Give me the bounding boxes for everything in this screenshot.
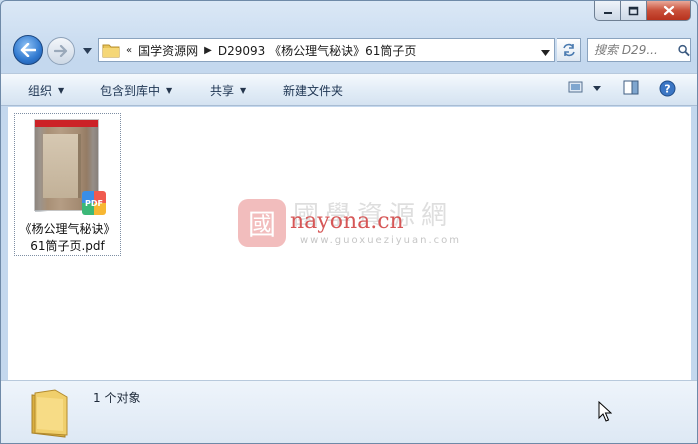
minimize-button[interactable] <box>594 1 621 21</box>
organize-button[interactable]: 组织 ▼ <box>28 82 64 99</box>
preview-pane-button[interactable] <box>623 80 639 95</box>
arrow-right-icon <box>54 45 68 57</box>
minimize-icon <box>603 11 612 14</box>
view-icon <box>568 81 583 93</box>
help-icon: ? <box>659 80 676 97</box>
new-folder-label: 新建文件夹 <box>283 84 344 98</box>
file-item[interactable]: PDF 《杨公理气秘诀》 61筒子页.pdf <box>14 113 121 256</box>
search-box[interactable] <box>587 38 691 62</box>
pdf-badge-label: PDF <box>85 198 103 208</box>
chevron-down-icon: ▼ <box>166 86 173 95</box>
book-page-image <box>43 134 81 198</box>
share-button[interactable]: 共享 ▼ <box>210 82 246 99</box>
navigation-bar: « 国学资源网 ▶ D29093 《杨公理气秘诀》61筒子页 <box>1 29 697 67</box>
organize-label: 组织 <box>28 84 53 98</box>
forward-button[interactable] <box>47 37 75 65</box>
breadcrumb-item-current[interactable]: D29093 《杨公理气秘诀》61筒子页 <box>218 42 417 59</box>
svg-text:?: ? <box>664 83 670 96</box>
maximize-icon <box>628 6 639 15</box>
include-in-library-label: 包含到库中 <box>100 84 161 98</box>
command-bar: 组织 ▼ 包含到库中 ▼ 共享 ▼ 新建文件夹 ? <box>1 73 697 106</box>
close-icon <box>663 5 674 16</box>
explorer-window: « 国学资源网 ▶ D29093 《杨公理气秘诀》61筒子页 组织 ▼ <box>0 0 698 444</box>
back-button[interactable] <box>13 35 43 65</box>
refresh-icon <box>562 43 575 57</box>
watermark-seal: 國 <box>238 199 286 247</box>
new-folder-button[interactable]: 新建文件夹 <box>283 82 343 99</box>
file-list[interactable]: PDF 《杨公理气秘诀》 61筒子页.pdf 國 國學資源網 nayona.cn… <box>8 107 691 380</box>
file-name-line-2: 61筒子页.pdf <box>30 239 105 253</box>
help-button[interactable]: ? <box>659 80 676 97</box>
breadcrumb-overflow[interactable]: « <box>126 45 132 56</box>
file-name[interactable]: 《杨公理气秘诀》 61筒子页.pdf <box>15 221 120 255</box>
preview-pane-icon <box>623 80 639 95</box>
chevron-down-icon <box>541 50 550 56</box>
address-bar[interactable]: « 国学资源网 ▶ D29093 《杨公理气秘诀》61筒子页 <box>98 38 555 62</box>
view-options-button[interactable] <box>593 86 601 91</box>
chevron-down-icon <box>593 86 601 91</box>
share-label: 共享 <box>210 84 235 98</box>
include-in-library-button[interactable]: 包含到库中 ▼ <box>100 82 172 99</box>
search-icon <box>678 44 690 56</box>
pdf-file-icon: PDF <box>82 191 106 215</box>
change-view-button[interactable] <box>568 80 584 94</box>
breadcrumb-separator-icon[interactable]: ▶ <box>204 45 212 56</box>
mouse-cursor-icon <box>598 401 612 422</box>
watermark: 國 國學資源網 nayona.cn www.guoxueziyuan.com <box>238 195 478 255</box>
search-input[interactable] <box>594 43 676 57</box>
details-pane: 1 个对象 <box>1 380 697 443</box>
chevron-down-icon <box>82 48 92 54</box>
item-count-text: 1 个对象 <box>93 391 141 405</box>
maximize-button[interactable] <box>621 1 647 21</box>
arrow-left-icon <box>20 43 36 57</box>
breadcrumb-item-root[interactable]: 国学资源网 <box>138 42 198 59</box>
close-button[interactable] <box>647 1 691 21</box>
folder-icon <box>102 44 120 58</box>
watermark-latin: nayona.cn <box>290 209 404 234</box>
thumbnail-header-bar <box>35 120 98 127</box>
recent-pages-button[interactable] <box>81 45 93 57</box>
chevron-down-icon: ▼ <box>58 86 65 95</box>
caption-buttons <box>594 1 691 21</box>
chevron-down-icon: ▼ <box>240 86 247 95</box>
address-dropdown-button[interactable] <box>541 45 550 59</box>
refresh-button[interactable] <box>557 38 581 62</box>
folder-icon <box>31 389 68 438</box>
file-name-line-1: 《杨公理气秘诀》 <box>19 222 116 236</box>
watermark-url: www.guoxueziyuan.com <box>300 235 461 246</box>
